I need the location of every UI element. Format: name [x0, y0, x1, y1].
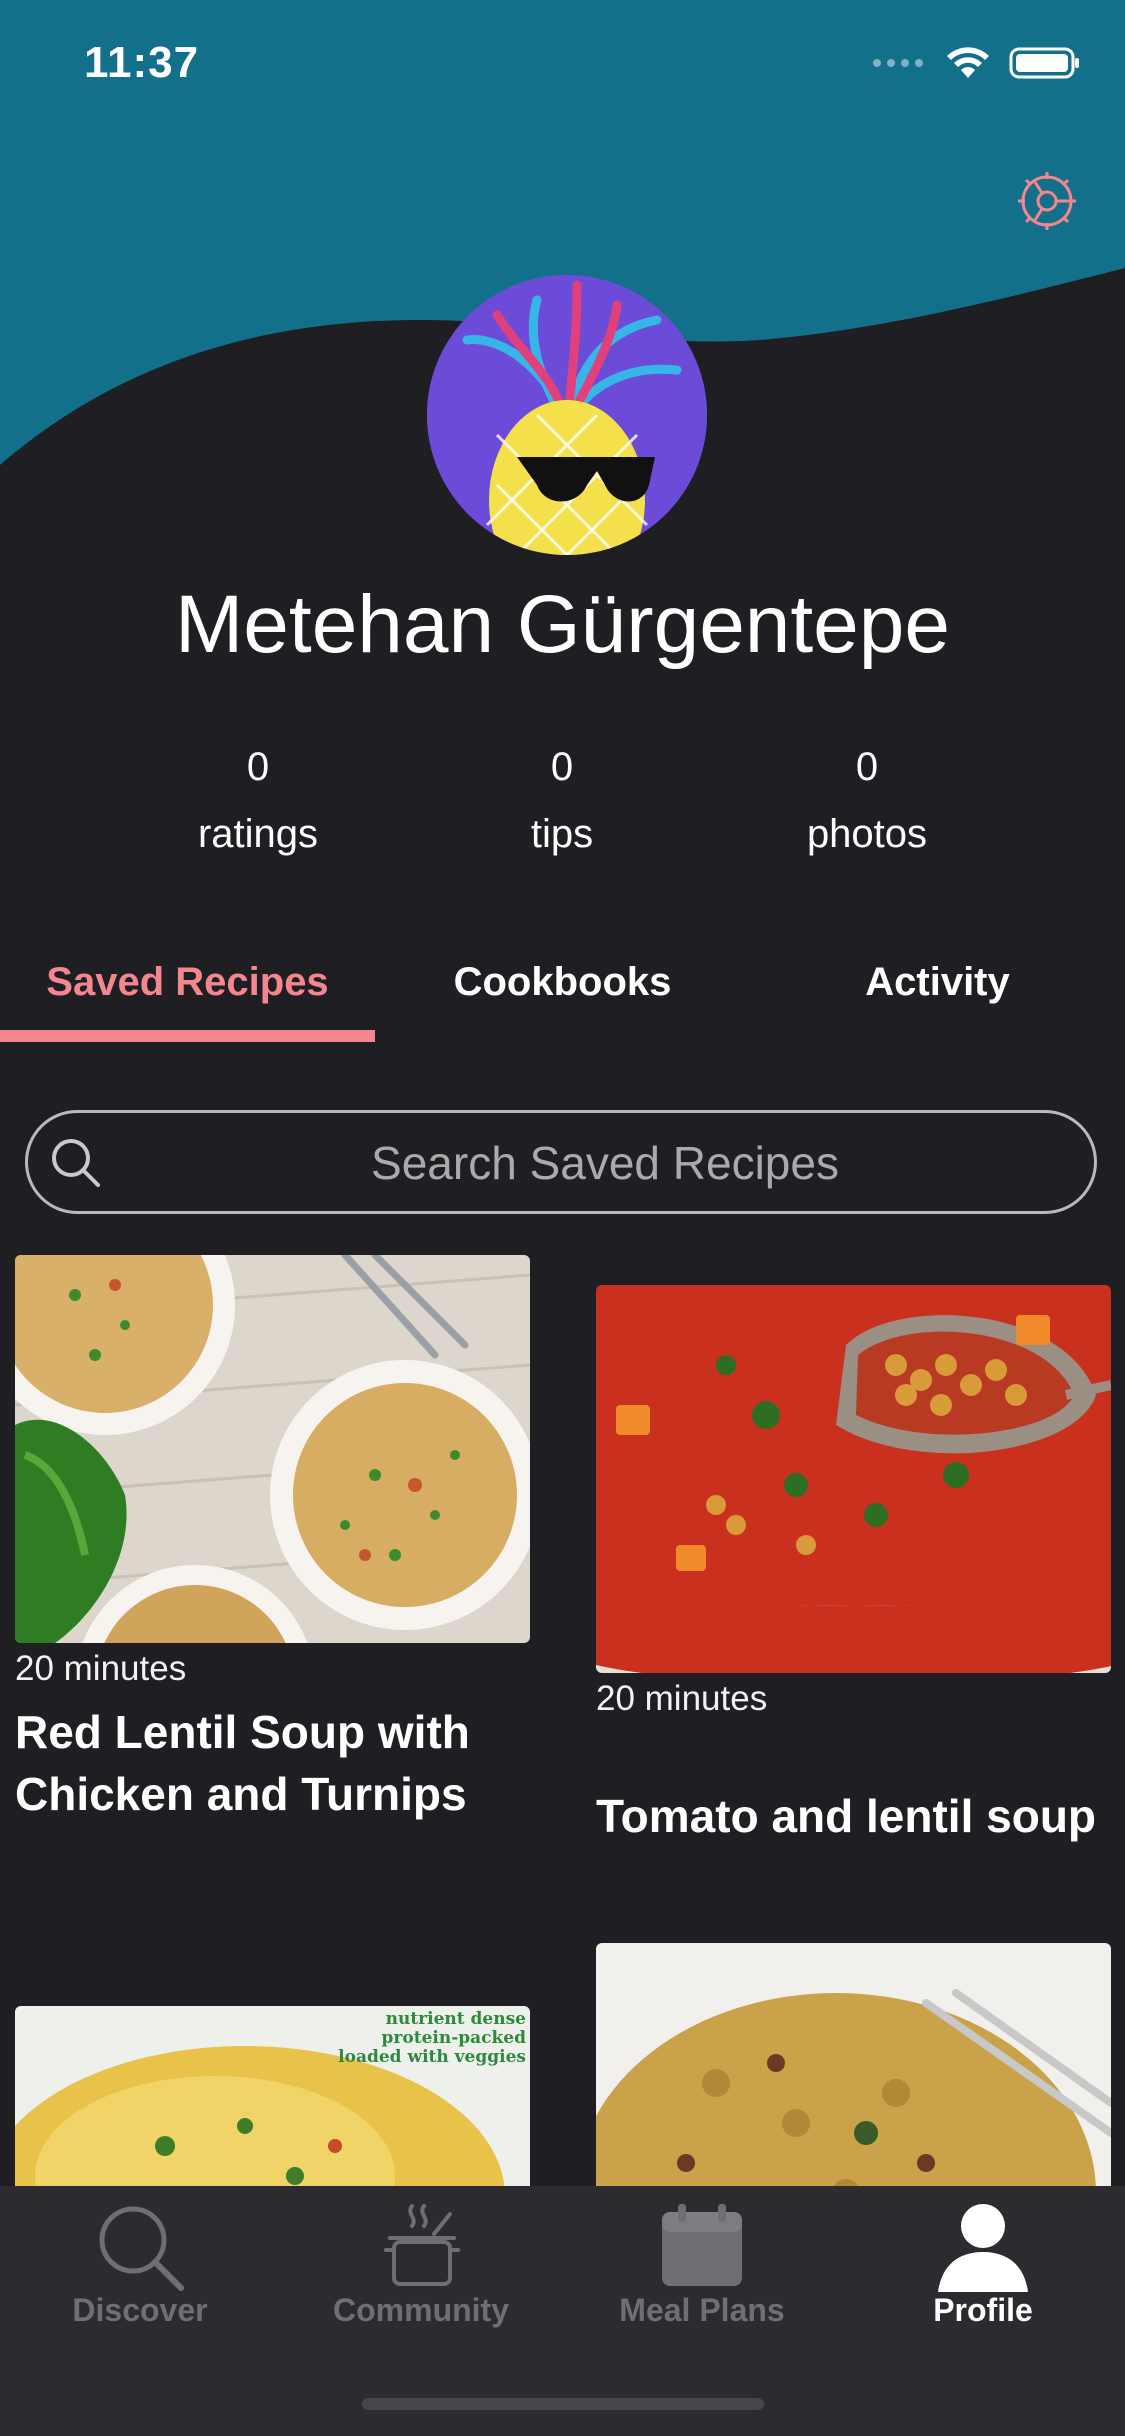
nav-meal-plans-label: Meal Plans [619, 2292, 785, 2328]
status-time: 11:37 [84, 38, 200, 87]
stat-tips-value: 0 [550, 745, 574, 789]
recipe-card-1[interactable]: 20 minutes Red Lentil Soup with Chicken … [15, 1255, 530, 1825]
stat-photos[interactable]: 0 photos [742, 745, 992, 857]
status-icons [871, 46, 1081, 80]
home-indicator[interactable] [362, 2398, 764, 2410]
cellular-signal-icon [873, 59, 923, 67]
profile-name: Metehan Gürgentepe [175, 579, 950, 670]
recipe-title-line-1: Red Lentil Soup with [15, 1706, 470, 1758]
recipe-card-2[interactable]: 20 minutes Tomato and lentil soup [596, 1285, 1111, 1847]
wifi-icon [947, 47, 989, 78]
recipe-time: 20 minutes [15, 1649, 187, 1688]
recipe-time: 20 minutes [596, 1679, 768, 1718]
search-icon [52, 1139, 100, 1187]
battery-icon [1009, 47, 1079, 79]
pot-icon [384, 2204, 460, 2286]
tab-saved-recipes[interactable]: Saved Recipes [0, 960, 375, 1005]
settings-gear-icon[interactable] [1016, 170, 1078, 232]
nav-community-label: Community [333, 2292, 509, 2328]
stat-tips-label: tips [530, 812, 594, 856]
search-icon [99, 2206, 184, 2291]
tab-activity[interactable]: Activity [750, 960, 1125, 1005]
search-saved-recipes[interactable] [25, 1110, 1097, 1214]
stat-ratings-label: ratings [197, 812, 319, 856]
calendar-icon [662, 2204, 742, 2286]
nav-community[interactable]: Community [281, 2186, 561, 2356]
stat-ratings[interactable]: 0 ratings [133, 745, 383, 857]
recipe-image-red-lentil-soup[interactable] [15, 1255, 530, 1643]
nav-meal-plans[interactable]: Meal Plans [562, 2186, 842, 2356]
recipe-title[interactable]: Tomato and lentil soup [596, 1785, 1111, 1847]
profile-avatar[interactable] [427, 275, 707, 555]
stat-photos-label: photos [806, 812, 928, 856]
nav-profile-label: Profile [933, 2292, 1033, 2328]
nav-discover[interactable]: Discover [0, 2186, 280, 2356]
pineapple-sunglasses-icon [427, 275, 707, 555]
recipe-image-tomato-lentil-soup[interactable] [596, 1285, 1111, 1673]
recipe-title[interactable]: Red Lentil Soup with Chicken and Turnips [15, 1701, 530, 1825]
tab-indicator [0, 1030, 375, 1042]
tab-cookbooks[interactable]: Cookbooks [375, 960, 750, 1005]
stat-tips[interactable]: 0 tips [437, 745, 687, 857]
nav-profile[interactable]: Profile [843, 2186, 1123, 2356]
image-overlay-text: nutrient dense protein-packed loaded wit… [338, 2009, 526, 2067]
stat-ratings-value: 0 [246, 745, 270, 789]
recipe-title-line-2: Chicken and Turnips [15, 1768, 467, 1820]
nav-discover-label: Discover [72, 2292, 208, 2328]
search-input[interactable] [138, 1127, 1072, 1199]
person-icon [938, 2204, 1028, 2292]
stat-photos-value: 0 [855, 745, 879, 789]
